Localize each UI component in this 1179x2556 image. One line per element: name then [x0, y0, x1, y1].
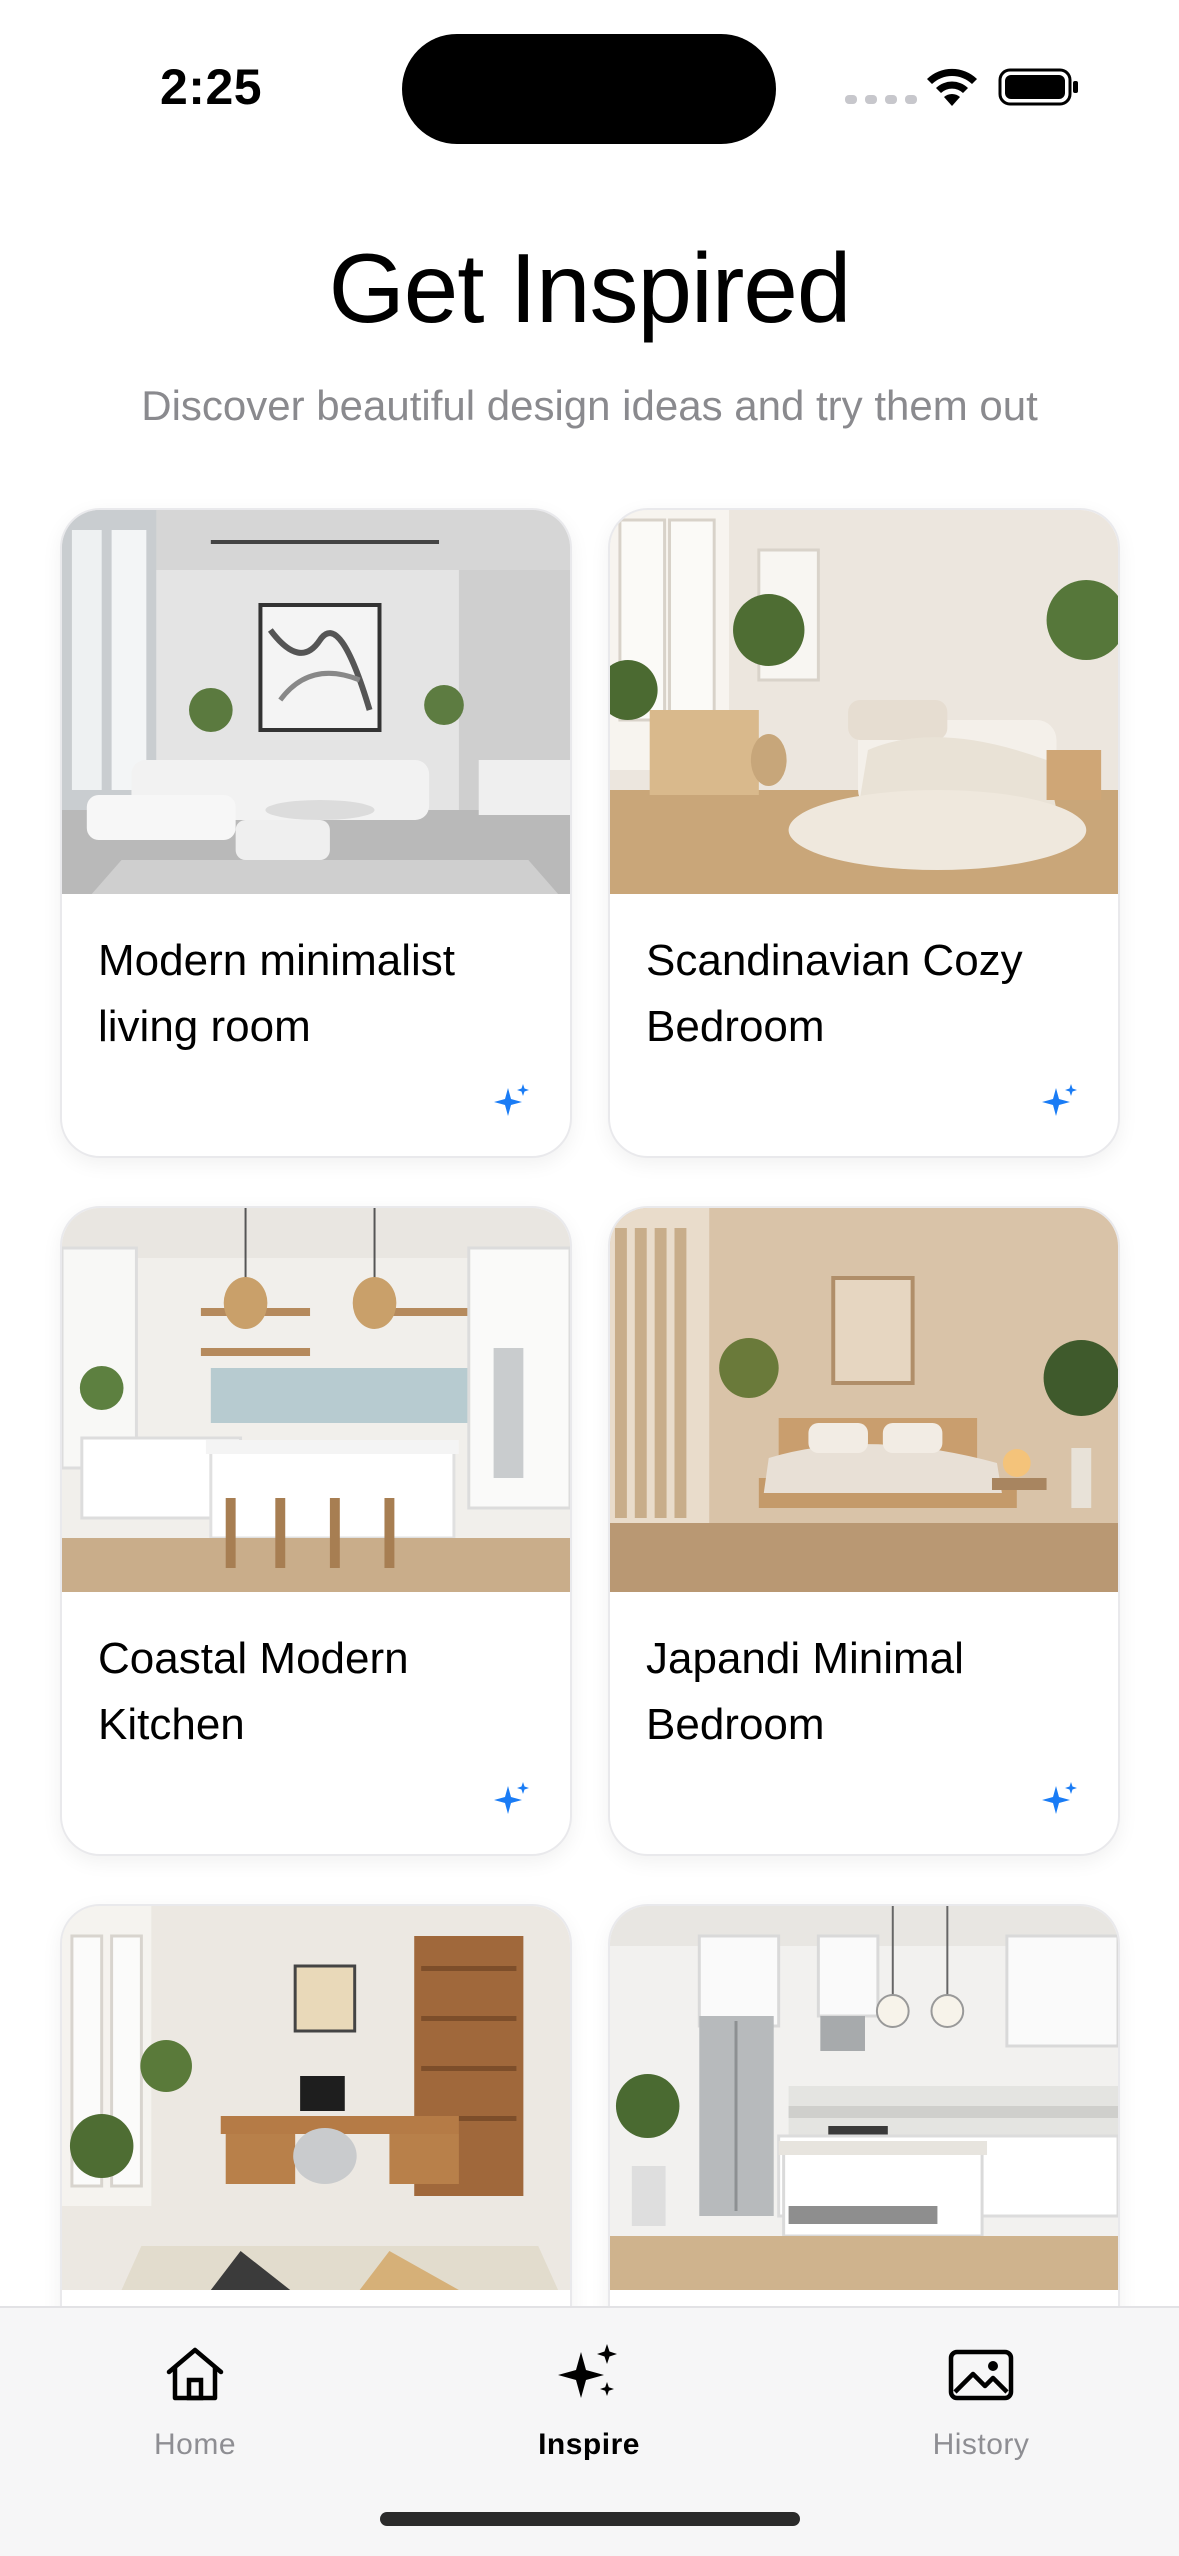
inspiration-card[interactable]: Modern minimalist living room	[60, 508, 572, 1158]
tab-inspire[interactable]: Inspire	[469, 2338, 709, 2462]
inspiration-card[interactable]: Coastal Modern Kitchen	[60, 1206, 572, 1856]
sparkles-icon	[558, 2344, 617, 2398]
coastal-kitchen-photo	[62, 1208, 570, 1592]
page-subtitle: Discover beautiful design ideas and try …	[141, 382, 1038, 429]
sparkle-icon[interactable]	[492, 1082, 532, 1122]
inspiration-card[interactable]: Scandinavian Cozy Bedroom	[608, 508, 1120, 1158]
sparkle-icon[interactable]	[1040, 1082, 1080, 1122]
inspiration-card[interactable]: Japandi Minimal Bedroom	[608, 1206, 1120, 1856]
sparkle-icon[interactable]	[1040, 1780, 1080, 1820]
sparkle-icon[interactable]	[492, 1780, 532, 1820]
card-title: Coastal Modern Kitchen	[98, 1634, 409, 1749]
dynamic-island	[402, 34, 776, 144]
cellular-signal-icon	[845, 95, 917, 104]
tab-history[interactable]: History	[861, 2338, 1101, 2462]
modern-minimalist-living-room-photo	[62, 510, 570, 894]
card-title: Japandi Minimal Bedroom	[646, 1634, 964, 1749]
tab-label: History	[932, 2428, 1030, 2461]
wifi-icon	[927, 68, 977, 106]
status-time: 2:25	[160, 59, 263, 115]
house-icon	[166, 2347, 224, 2401]
photo-icon	[948, 2349, 1014, 2401]
japandi-bedroom-photo	[610, 1208, 1118, 1592]
inspire-screen: 2:25 Get Inspired Discover beautiful des…	[0, 0, 1179, 2556]
page-title: Get Inspired	[328, 233, 852, 343]
home-office-photo	[62, 1906, 570, 2290]
tab-label: Inspire	[538, 2428, 640, 2461]
battery-icon	[998, 68, 1078, 106]
tab-home[interactable]: Home	[75, 2338, 315, 2462]
scandinavian-bedroom-photo	[610, 510, 1118, 894]
card-title: Modern minimalist living room	[98, 936, 455, 1051]
home-indicator[interactable]	[380, 2512, 800, 2526]
tab-label: Home	[153, 2428, 237, 2461]
white-kitchen-photo	[610, 1906, 1118, 2290]
card-title: Scandinavian Cozy Bedroom	[646, 936, 1023, 1051]
